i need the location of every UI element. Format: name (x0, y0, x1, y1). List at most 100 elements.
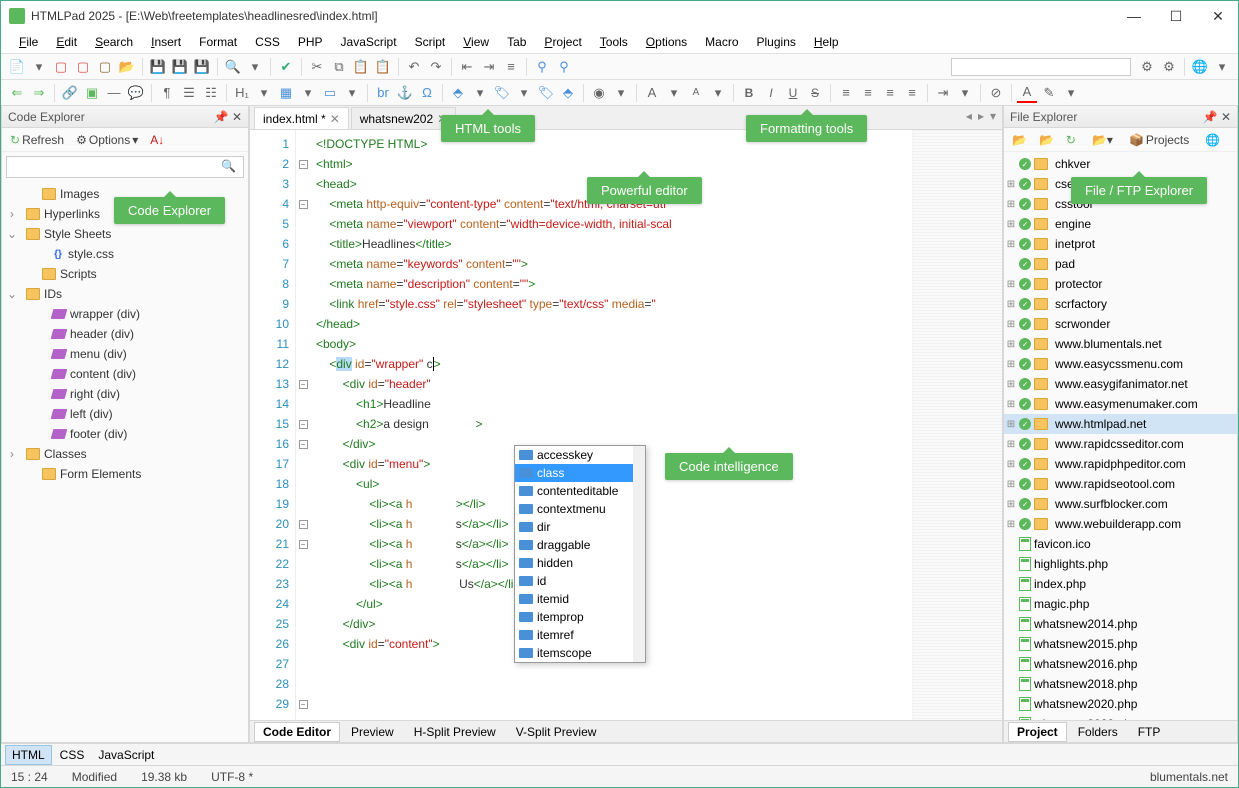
autocomplete-popup[interactable]: accesskeyclasscontenteditablecontextmenu… (514, 445, 646, 663)
menu-tools[interactable]: Tools (592, 33, 636, 51)
menu-edit[interactable]: Edit (48, 33, 85, 51)
file-item[interactable]: ⊞✓www.easymenumaker.com (1004, 394, 1237, 414)
browser-icon[interactable]: 🌐 (1190, 57, 1210, 77)
cut-icon[interactable]: ✂ (307, 57, 327, 77)
tree-item[interactable]: wrapper (div) (2, 304, 248, 324)
save-all-icon[interactable]: 💾 (170, 57, 190, 77)
file-item[interactable]: ✓pad (1004, 254, 1237, 274)
file-item[interactable]: ✓chkver (1004, 154, 1237, 174)
tree-item[interactable]: ›Classes (2, 444, 248, 464)
br-icon[interactable]: br (373, 83, 393, 103)
nav-fwd-icon[interactable]: ⇒ (29, 83, 49, 103)
editor-view-tab[interactable]: Code Editor (254, 722, 340, 742)
indent-icon[interactable]: ⇤ (457, 57, 477, 77)
autocomplete-item[interactable]: itemscope (515, 644, 645, 662)
pin-icon[interactable]: 📌 (1203, 110, 1218, 124)
file-item[interactable]: ⊞✓scrfactory (1004, 294, 1237, 314)
file-item[interactable]: ⊞✓protector (1004, 274, 1237, 294)
autocomplete-item[interactable]: contextmenu (515, 500, 645, 518)
file-item[interactable]: whatsnew2015.php (1004, 634, 1237, 654)
color-picker-icon[interactable]: ◉ (589, 83, 609, 103)
italic-icon[interactable]: I (761, 83, 781, 103)
sort-button[interactable]: A↓ (146, 132, 168, 148)
search-icon[interactable]: 🔍 (221, 159, 236, 173)
file-item[interactable]: ⊞✓www.rapidseotool.com (1004, 474, 1237, 494)
file-item[interactable]: ⊞✓scrwonder (1004, 314, 1237, 334)
heading-icon[interactable]: H₁ (232, 83, 252, 103)
menu-options[interactable]: Options (638, 33, 695, 51)
open-icon[interactable]: 📂 (117, 57, 137, 77)
file-view-tab[interactable]: FTP (1129, 722, 1170, 742)
new-folder-icon[interactable]: 📂 (1035, 132, 1058, 148)
strike-icon[interactable]: S (805, 83, 825, 103)
lang-tab[interactable]: CSS (54, 746, 91, 764)
hr-icon[interactable]: — (104, 83, 124, 103)
link-icon[interactable]: 🔗 (60, 83, 80, 103)
tree-item[interactable]: footer (div) (2, 424, 248, 444)
menu-format[interactable]: Format (191, 33, 245, 51)
lang-tab[interactable]: HTML (5, 745, 52, 765)
highlight-icon[interactable]: ✎ (1039, 83, 1059, 103)
font-small-icon[interactable]: A (686, 83, 706, 103)
symbol-icon[interactable]: Ω (417, 83, 437, 103)
menu-file[interactable]: File (11, 33, 46, 51)
autocomplete-item[interactable]: dir (515, 518, 645, 536)
validate-icon[interactable]: ⚲ (554, 57, 574, 77)
menu-project[interactable]: Project (536, 33, 589, 51)
up-folder-icon[interactable]: 📂 (1008, 132, 1031, 148)
ol-icon[interactable]: ☷ (201, 83, 221, 103)
tree-item[interactable]: ⌄Style Sheets (2, 224, 248, 244)
anchor-icon[interactable]: ⚓ (395, 83, 415, 103)
tree-item[interactable]: right (div) (2, 384, 248, 404)
autocomplete-item[interactable]: accesskey (515, 446, 645, 464)
para-icon[interactable]: ¶ (157, 83, 177, 103)
spellcheck-icon[interactable]: ✔ (276, 57, 296, 77)
indent2-icon[interactable]: ⇥ (933, 83, 953, 103)
menu-insert[interactable]: Insert (143, 33, 189, 51)
panel-close-icon[interactable]: ✕ (232, 110, 242, 124)
paste-icon[interactable]: 📋 (351, 57, 371, 77)
bold-icon[interactable]: B (739, 83, 759, 103)
autocomplete-item[interactable]: itemid (515, 590, 645, 608)
close-button[interactable]: ✕ (1206, 8, 1230, 25)
nav-back-icon[interactable]: ⇐ (7, 83, 27, 103)
tab-menu-icon[interactable]: ▾ (990, 109, 996, 123)
font-big-icon[interactable]: A (642, 83, 662, 103)
file-item[interactable]: favicon.ico (1004, 534, 1237, 554)
tree-item[interactable]: Scripts (2, 264, 248, 284)
refresh-icon[interactable]: ↻ (1062, 132, 1080, 148)
tree-item[interactable]: {}style.css (2, 244, 248, 264)
copy-icon[interactable]: ⧉ (329, 57, 349, 77)
menu-script[interactable]: Script (407, 33, 454, 51)
save-ftp-icon[interactable]: 💾 (192, 57, 212, 77)
php-file-icon[interactable]: ▢ (95, 57, 115, 77)
clear-fmt-icon[interactable]: ⊘ (986, 83, 1006, 103)
format-icon[interactable]: ≡ (501, 57, 521, 77)
autocomplete-item[interactable]: itemref (515, 626, 645, 644)
tree-item[interactable]: header (div) (2, 324, 248, 344)
style-tag-icon[interactable]: 🏷 (536, 83, 556, 103)
tree-item[interactable]: ⌄IDs (2, 284, 248, 304)
align-right-icon[interactable]: ≡ (880, 83, 900, 103)
file-item[interactable]: ⊞✓www.surfblocker.com (1004, 494, 1237, 514)
menu-search[interactable]: Search (87, 33, 141, 51)
align-center-icon[interactable]: ≡ (858, 83, 878, 103)
options-button[interactable]: ⚙ Options ▾ (72, 132, 142, 148)
minimap[interactable] (912, 130, 1002, 720)
editor-view-tab[interactable]: H-Split Preview (405, 722, 505, 742)
file-item[interactable]: magic.php (1004, 594, 1237, 614)
file-view-tab[interactable]: Folders (1069, 722, 1127, 742)
autocomplete-item[interactable]: draggable (515, 536, 645, 554)
tree-item[interactable]: Form Elements (2, 464, 248, 484)
file-item[interactable]: ⊞✓www.rapidphpeditor.com (1004, 454, 1237, 474)
autocomplete-item[interactable]: id (515, 572, 645, 590)
file-item[interactable]: ⊞✓engine (1004, 214, 1237, 234)
menu-macro[interactable]: Macro (697, 33, 746, 51)
pin-icon[interactable]: 📌 (214, 110, 229, 124)
tree-item[interactable]: menu (div) (2, 344, 248, 364)
outdent-icon[interactable]: ⇥ (479, 57, 499, 77)
globe-icon[interactable]: 🌐 (1201, 132, 1224, 148)
undo-icon[interactable]: ↶ (404, 57, 424, 77)
tag-icon[interactable]: ⬘ (448, 83, 468, 103)
file-item[interactable]: ⊞✓www.webuilderapp.com (1004, 514, 1237, 534)
